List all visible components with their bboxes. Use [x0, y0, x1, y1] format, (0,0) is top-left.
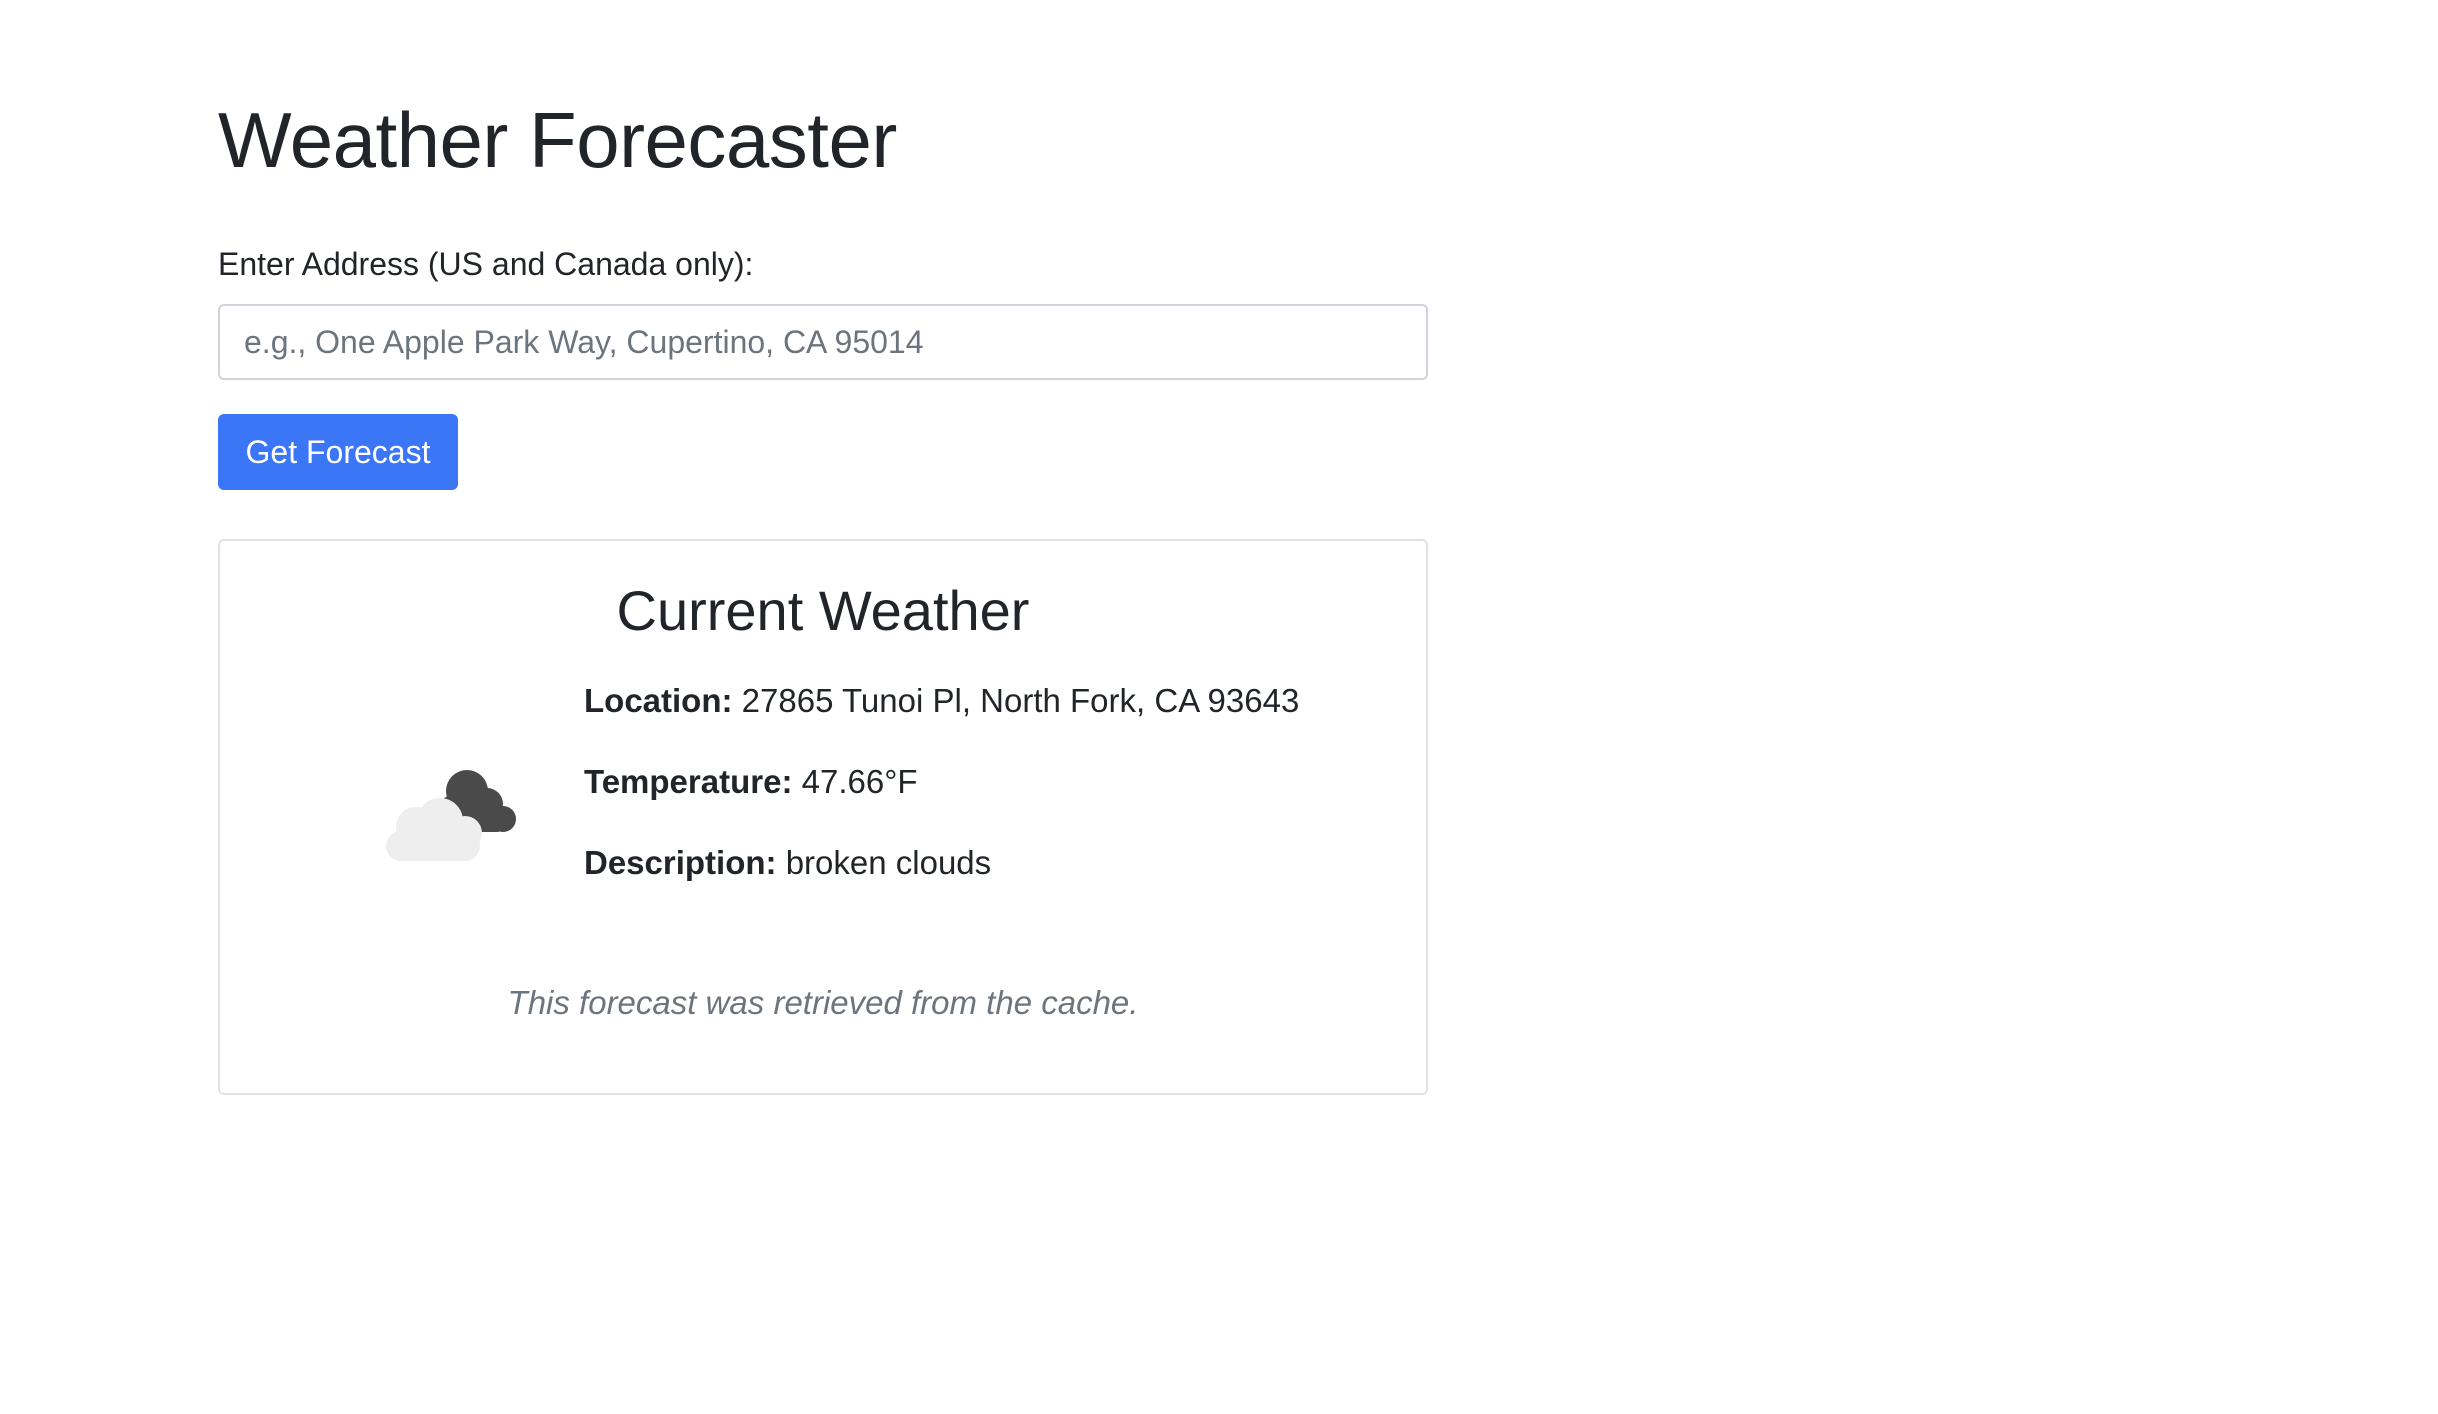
- page-title: Weather Forecaster: [218, 96, 897, 184]
- location-label: Location:: [584, 682, 742, 719]
- description-value: broken clouds: [785, 844, 992, 881]
- broken-clouds-icon: [380, 761, 530, 871]
- location-row: Location: 27865 Tunoi Pl, North Fork, CA…: [584, 681, 1299, 721]
- address-label: Enter Address (US and Canada only):: [218, 246, 754, 282]
- card-title: Current Weather: [616, 579, 1030, 642]
- cache-note: This forecast was retrieved from the cac…: [507, 984, 1139, 1021]
- description-label: Description:: [584, 844, 786, 881]
- location-value: 27865 Tunoi Pl, North Fork, CA 93643: [741, 682, 1300, 719]
- current-weather-card: Current Weather Location: 27865 Tunoi Pl…: [218, 539, 1428, 1095]
- temperature-row: Temperature: 47.66°F: [584, 762, 918, 802]
- description-row: Description: broken clouds: [584, 843, 991, 883]
- get-forecast-button[interactable]: Get Forecast: [218, 414, 458, 490]
- temperature-value: 47.66°F: [801, 763, 918, 800]
- temperature-label: Temperature:: [584, 763, 802, 800]
- address-input[interactable]: [218, 304, 1428, 380]
